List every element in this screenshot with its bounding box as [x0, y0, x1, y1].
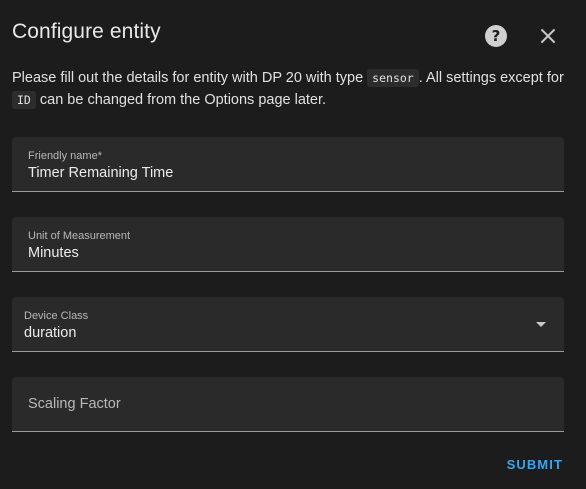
scaling-factor-field[interactable]: Scaling Factor — [12, 377, 564, 432]
description-part-1: Please fill out the details for entity w… — [12, 70, 368, 86]
device-class-select[interactable]: Device Class duration — [12, 297, 564, 352]
id-code: ID — [12, 91, 36, 109]
close-icon[interactable] — [536, 24, 560, 48]
unit-of-measurement-field[interactable]: Unit of Measurement Minutes — [12, 217, 564, 272]
unit-of-measurement-label: Unit of Measurement — [28, 230, 131, 242]
scaling-factor-label: Scaling Factor — [28, 396, 121, 412]
unit-of-measurement-value[interactable]: Minutes — [28, 245, 79, 261]
configure-entity-dialog: Configure entity ? Please fill out the d… — [0, 0, 586, 489]
description-part-2: . All settings except for — [418, 70, 564, 86]
dialog-description: Please fill out the details for entity w… — [12, 67, 572, 111]
submit-button[interactable]: SUBMIT — [507, 457, 563, 472]
description-part-3: can be changed from the Options page lat… — [35, 92, 327, 108]
friendly-name-field[interactable]: Friendly name* Timer Remaining Time — [12, 137, 564, 192]
device-class-label: Device Class — [24, 310, 89, 322]
device-class-value[interactable]: duration — [24, 325, 76, 341]
friendly-name-label: Friendly name* — [28, 150, 102, 162]
friendly-name-value[interactable]: Timer Remaining Time — [28, 165, 173, 181]
chevron-down-icon[interactable] — [536, 322, 546, 327]
dialog-title: Configure entity — [12, 20, 161, 43]
help-icon[interactable]: ? — [485, 25, 507, 47]
type-code: sensor — [367, 69, 419, 87]
